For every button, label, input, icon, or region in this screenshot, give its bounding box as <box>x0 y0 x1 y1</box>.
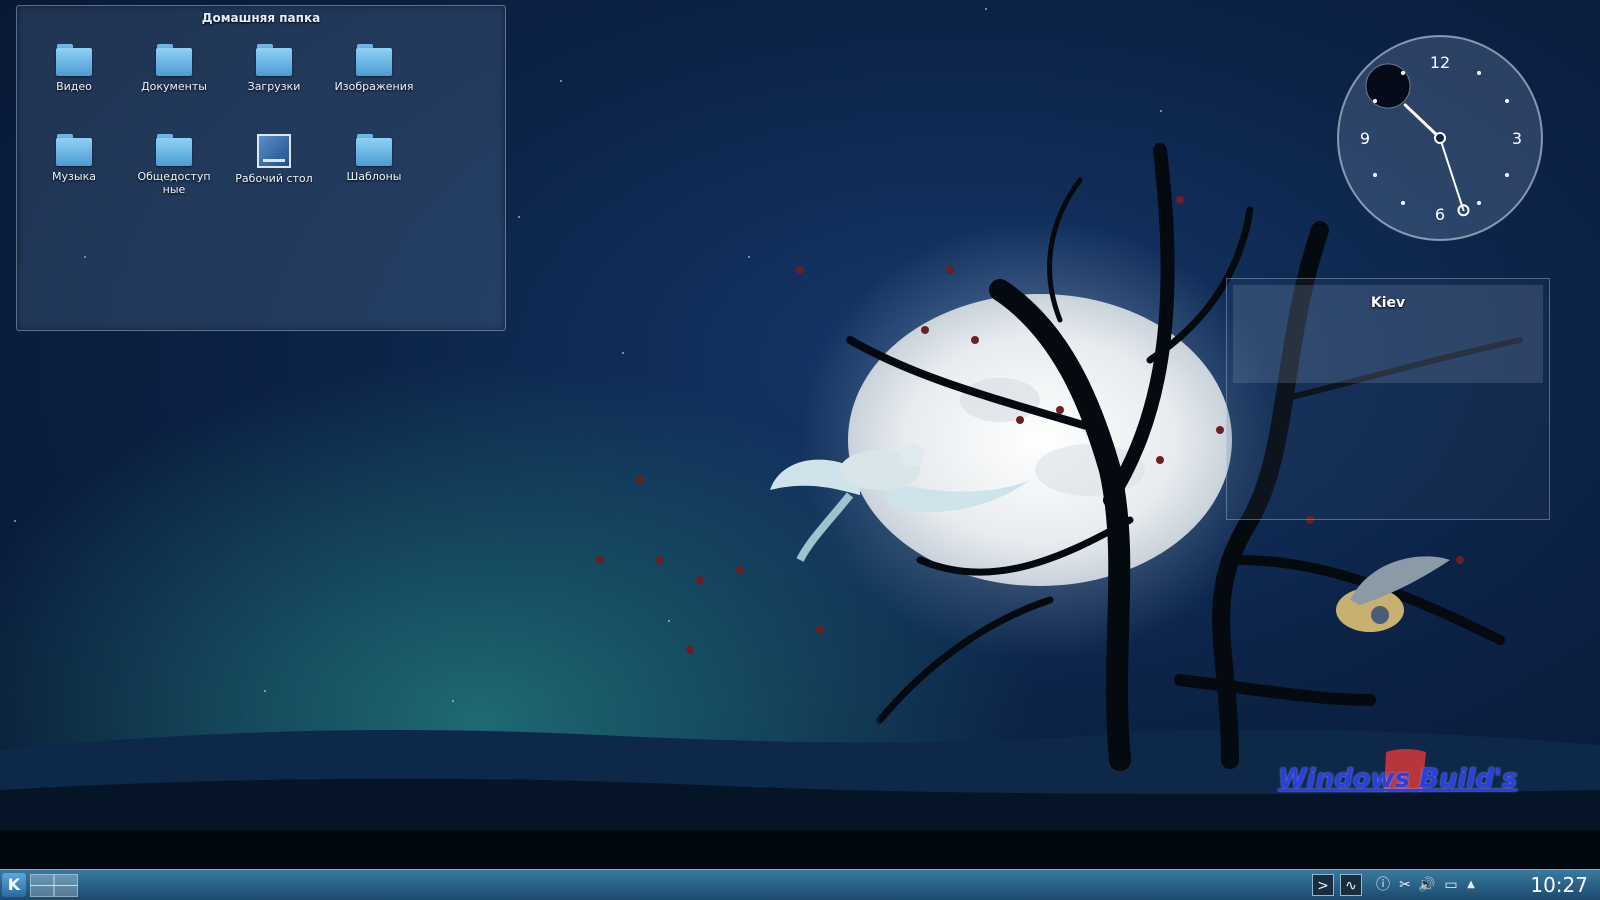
folder-label: Музыка <box>52 170 96 183</box>
desktop-icon <box>257 134 291 168</box>
device-notifier-icon[interactable]: ▭ <box>1440 874 1462 896</box>
weather-city: Kiev <box>1370 295 1406 311</box>
folder-icon <box>256 44 292 76</box>
folder-downloads[interactable]: Загрузки <box>226 44 322 93</box>
folder-icon <box>56 44 92 76</box>
folder-pictures[interactable]: Изображения <box>326 44 422 93</box>
folder-label: Шаблоны <box>346 170 402 183</box>
expand-arrow-icon[interactable]: ▲ <box>1460 874 1482 896</box>
folder-icon <box>356 134 392 166</box>
taskbar-clock[interactable]: 10:27 <box>1530 872 1588 898</box>
home-folder-widget[interactable]: Домашняя папка Видео Документы Загрузки … <box>16 5 506 331</box>
analog-clock-widget[interactable]: 12 3 6 9 <box>1336 34 1544 242</box>
clock-numeral-3: 3 <box>1512 129 1522 148</box>
folder-templates[interactable]: Шаблоны <box>326 134 422 183</box>
folder-desktop[interactable]: Рабочий стол <box>226 134 322 185</box>
folder-label: Рабочий стол <box>235 172 313 185</box>
clock-center <box>1434 132 1446 144</box>
folder-icon <box>356 44 392 76</box>
moon-phase-icon <box>1365 63 1411 109</box>
watermark: Windows Build's <box>1278 749 1518 834</box>
system-monitor-icon[interactable]: ∿ <box>1340 874 1362 896</box>
folder-icon <box>56 134 92 166</box>
folder-documents[interactable]: Документы <box>126 44 222 93</box>
taskbar: K > ∿ ⓘ ✂ 🔊 ▭ ▲ 10:27 <box>0 869 1600 900</box>
pager-desktop-4[interactable] <box>54 885 78 897</box>
robot-bird-illustration <box>1336 556 1450 632</box>
clock-numeral-9: 9 <box>1360 129 1370 148</box>
folder-label: Документы <box>141 80 207 93</box>
watermark-text: Windows Build's <box>1278 764 1518 794</box>
info-icon[interactable]: ⓘ <box>1372 874 1394 896</box>
folder-label: Общедоступные <box>137 170 211 196</box>
virtual-desktop-pager[interactable] <box>30 874 78 897</box>
terminal-icon[interactable]: > <box>1312 874 1334 896</box>
folder-widget-title: Домашняя папка <box>201 11 321 25</box>
system-tray: > ∿ ⓘ ✂ 🔊 ▭ ▲ <box>1312 874 1492 896</box>
folder-icon <box>156 134 192 166</box>
folder-label: Изображения <box>334 80 414 93</box>
pager-desktop-3[interactable] <box>30 885 54 897</box>
volume-icon[interactable]: 🔊 <box>1416 874 1438 896</box>
folder-video[interactable]: Видео <box>26 44 122 93</box>
weather-widget[interactable]: Kiev <box>1226 278 1550 520</box>
folder-label: Загрузки <box>247 80 301 93</box>
clock-numeral-6: 6 <box>1435 205 1445 224</box>
folder-icon <box>156 44 192 76</box>
folder-label: Видео <box>56 80 92 93</box>
folder-public[interactable]: Общедоступные <box>126 134 222 196</box>
klipper-icon[interactable]: ✂ <box>1394 874 1416 896</box>
kde-menu-button[interactable]: K <box>2 873 26 897</box>
folder-music[interactable]: Музыка <box>26 134 122 183</box>
weather-panel: Kiev <box>1233 285 1543 383</box>
clock-numeral-12: 12 <box>1430 53 1450 72</box>
